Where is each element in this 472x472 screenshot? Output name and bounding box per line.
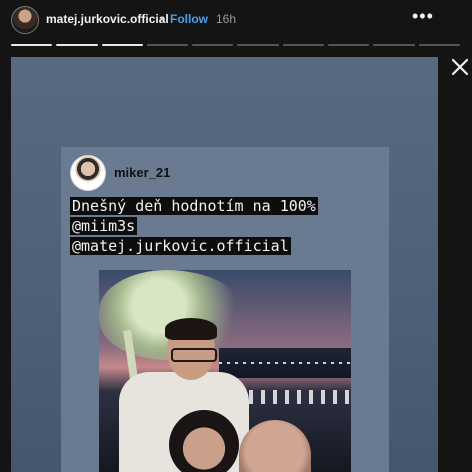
progress-segment bbox=[11, 44, 53, 46]
progress-segment bbox=[56, 44, 98, 46]
caption-mention[interactable]: @miim3s bbox=[70, 217, 138, 235]
post-time: 16h bbox=[216, 12, 237, 26]
progress-segment bbox=[237, 44, 279, 46]
progress-segment bbox=[373, 44, 415, 46]
bridge-rail bbox=[219, 362, 351, 364]
person-figure bbox=[169, 410, 239, 472]
close-icon[interactable] bbox=[449, 56, 471, 78]
separator-dot: • bbox=[160, 12, 165, 26]
follow-button[interactable]: Follow bbox=[170, 12, 208, 26]
person-figure bbox=[239, 420, 311, 472]
avatar[interactable] bbox=[11, 6, 39, 34]
progress-segment bbox=[282, 44, 325, 46]
progress-segment bbox=[146, 44, 189, 46]
story-header: matej.jurkovic.official • Follow 16h ••• bbox=[0, 0, 472, 40]
shared-post-username[interactable]: miker_21 bbox=[114, 165, 170, 180]
progress-segment bbox=[101, 44, 143, 46]
story-progress-bar bbox=[11, 44, 460, 46]
progress-segment bbox=[418, 44, 460, 46]
progress-segment bbox=[328, 44, 370, 46]
story-username[interactable]: matej.jurkovic.official bbox=[46, 12, 169, 26]
glasses-icon bbox=[171, 348, 217, 362]
avatar[interactable] bbox=[70, 155, 106, 191]
person-hair bbox=[165, 318, 217, 340]
shared-post-photo bbox=[99, 270, 351, 472]
caption-line: Dnešný deň hodnotím na 100% bbox=[70, 197, 318, 215]
more-options-icon[interactable]: ••• bbox=[412, 6, 434, 27]
caption-mention[interactable]: @matej.jurkovic.official bbox=[70, 237, 291, 255]
city-lights bbox=[249, 390, 349, 404]
progress-segment bbox=[192, 44, 234, 46]
